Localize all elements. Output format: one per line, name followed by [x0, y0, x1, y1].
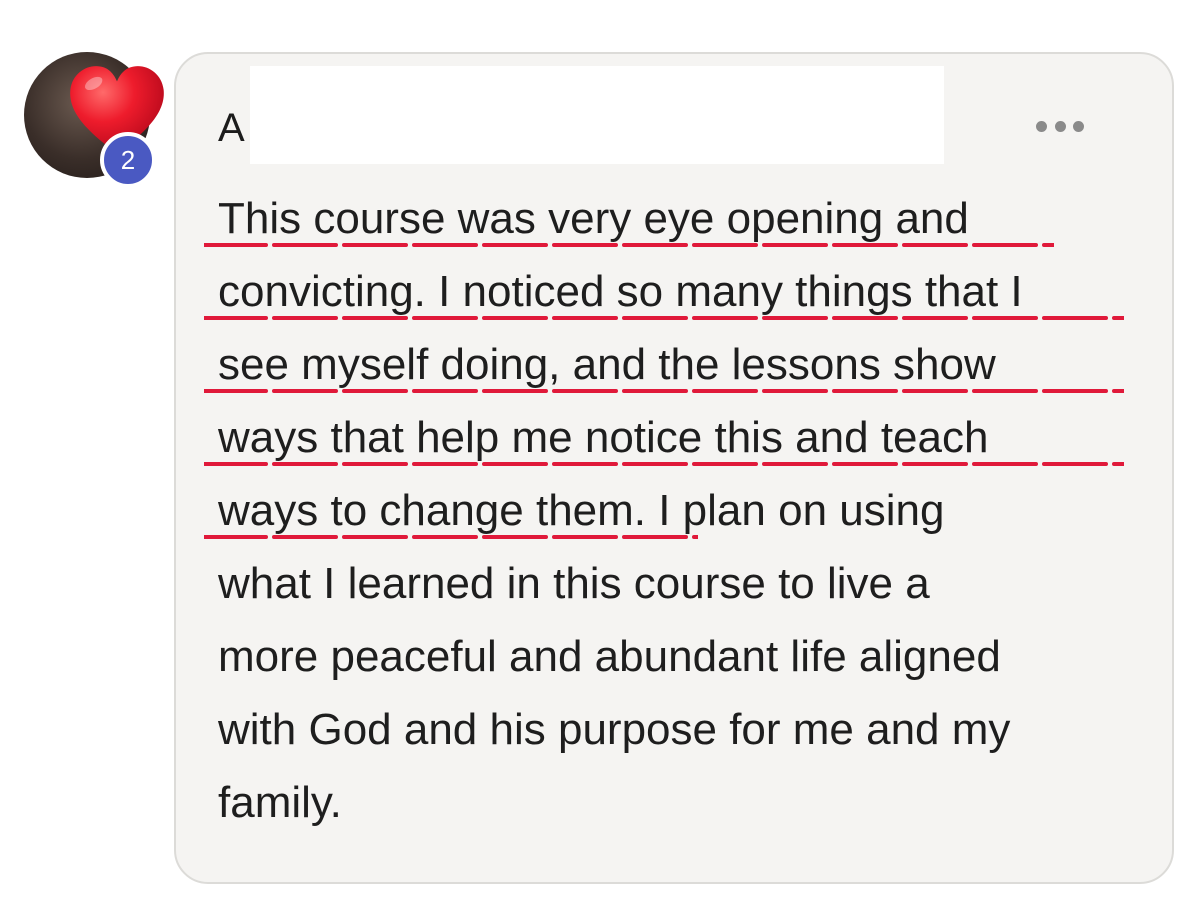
reaction-count-badge[interactable]: 2	[100, 132, 156, 188]
more-options-icon[interactable]	[1036, 114, 1084, 138]
comment-line: with God and his purpose for me and my	[218, 705, 1011, 754]
comment-thread: 2 A This course was very eye opening and…	[0, 0, 1200, 916]
redacted-name-block	[250, 66, 944, 164]
comment-line: what I learned in this course to live a	[218, 559, 930, 608]
underline-mark	[204, 316, 1124, 320]
comment-line: convicting. I noticed so many things tha…	[204, 255, 1138, 328]
dot-icon	[1036, 120, 1047, 132]
comment-line: see myself doing, and the lessons show	[204, 328, 1138, 401]
comment-line: ways that help me notice this and teach	[204, 401, 1138, 474]
comment-text: This course was very eye opening and con…	[204, 182, 1138, 839]
dot-icon	[1073, 120, 1084, 132]
comment-card: A This course was very eye opening and c…	[174, 52, 1174, 884]
underline-mark	[204, 535, 698, 539]
comment-line: more peaceful and abundant life aligned	[218, 632, 1001, 681]
comment-line: ways to change them. I plan on using	[204, 474, 1138, 547]
comment-line: family.	[218, 778, 342, 827]
underline-mark	[204, 243, 1054, 247]
author-name[interactable]: A	[218, 106, 245, 150]
underline-mark	[204, 389, 1124, 393]
underline-mark	[204, 462, 1124, 466]
dot-icon	[1054, 120, 1066, 132]
comment-line: This course was very eye opening and	[204, 182, 1138, 255]
